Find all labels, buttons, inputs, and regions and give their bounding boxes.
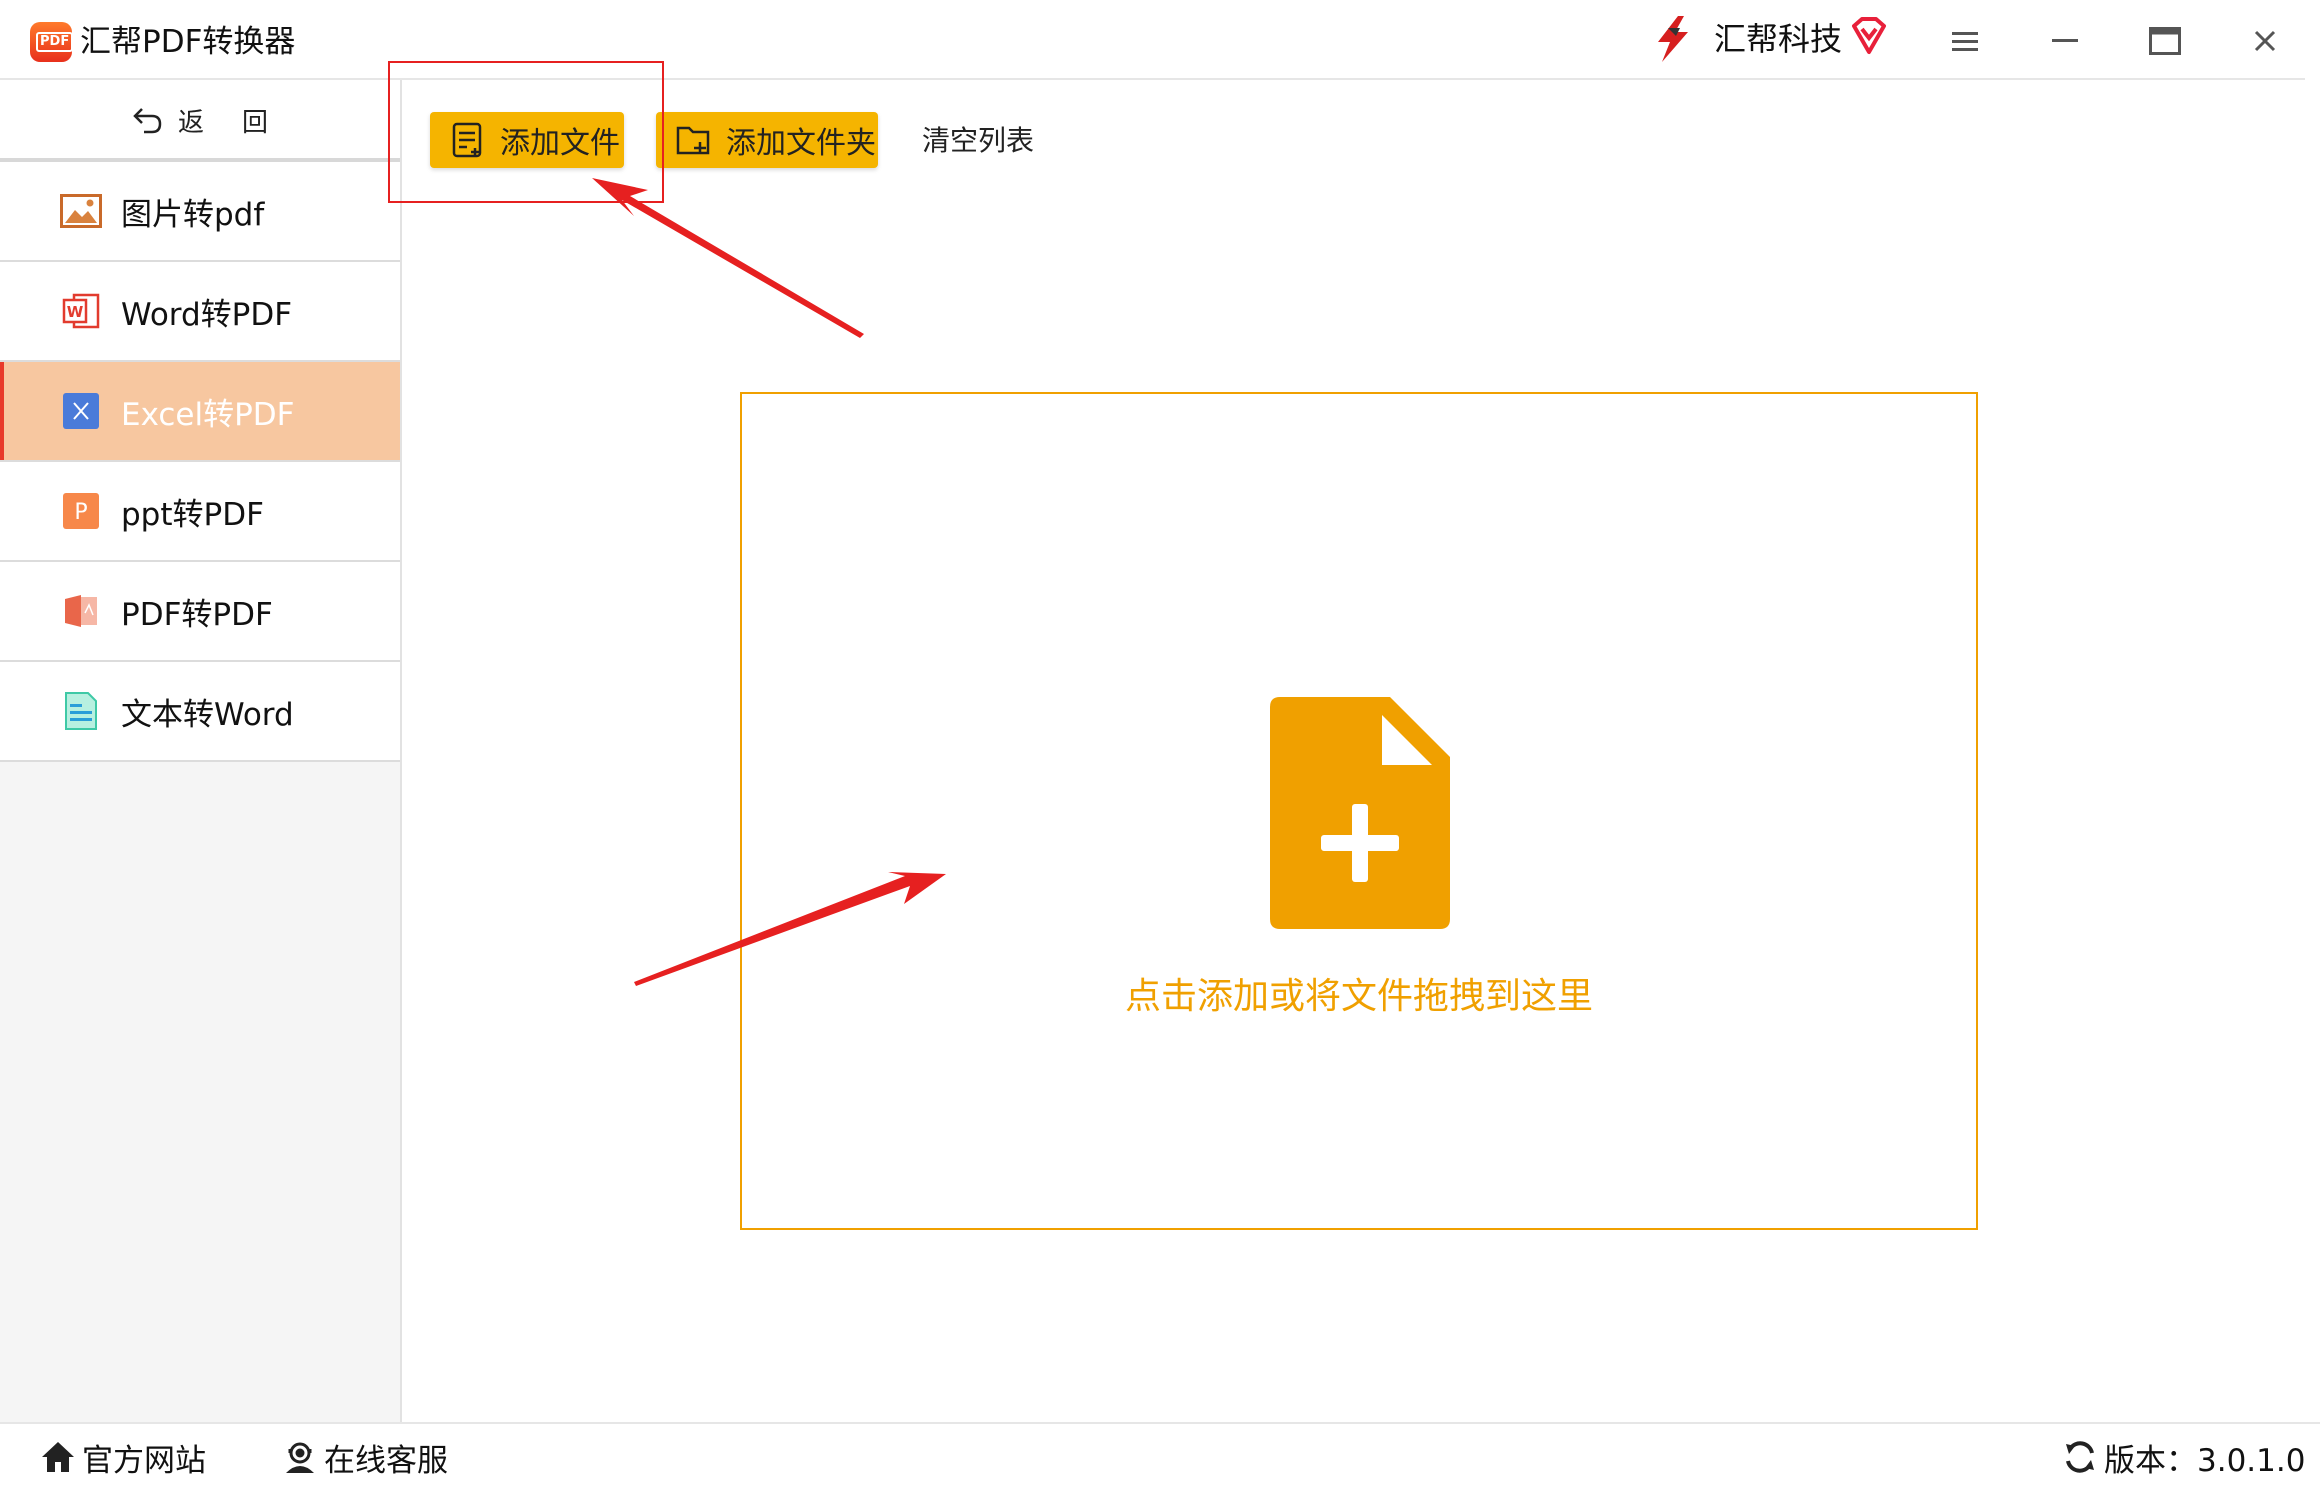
svg-text:W: W — [67, 303, 84, 321]
menu-icon — [1952, 32, 1978, 51]
add-folder-label: 添加文件夹 — [726, 126, 876, 161]
sidebar-item-excel-to-pdf[interactable]: Excel转PDF — [0, 362, 400, 462]
version-label: 版本：3.0.1.0 — [2104, 1442, 2306, 1479]
close-button[interactable] — [2242, 18, 2288, 64]
online-support-label: 在线客服 — [324, 1442, 448, 1479]
brand-name: 汇帮科技 — [1714, 20, 1843, 58]
add-folder-button[interactable]: 添加文件夹 — [656, 112, 878, 168]
close-icon — [2254, 30, 2276, 52]
word-icon: W — [60, 290, 102, 332]
support-agent-icon — [286, 1442, 314, 1473]
sidebar-item-ppt-to-pdf[interactable]: P ppt转PDF — [0, 462, 400, 562]
image-icon — [60, 190, 102, 232]
vip-diamond-icon[interactable] — [1850, 16, 1888, 56]
clear-list-button[interactable]: 清空列表 — [922, 118, 1034, 164]
back-button[interactable]: 返 回 — [0, 80, 400, 160]
back-label-2: 回 — [242, 107, 269, 138]
maximize-icon — [2149, 27, 2181, 55]
sidebar-item-label: PDF转PDF — [121, 596, 273, 633]
maximize-button[interactable] — [2142, 18, 2188, 64]
text-icon — [60, 690, 102, 732]
back-label-1: 返 — [177, 107, 204, 138]
pdf-icon — [60, 590, 102, 632]
file-add-icon[interactable] — [1270, 697, 1450, 929]
refresh-icon — [2066, 1441, 2094, 1473]
app-logo-text: PDF — [36, 32, 74, 52]
excel-icon — [60, 390, 102, 432]
sidebar-item-label: 文本转Word — [121, 696, 294, 733]
sidebar-item-image-to-pdf[interactable]: 图片转pdf — [0, 162, 400, 262]
ppt-icon: P — [60, 490, 102, 532]
sidebar-item-label: Word转PDF — [121, 296, 293, 333]
version-info[interactable]: 版本：3.0.1.0 — [2062, 1434, 2305, 1480]
sidebar-item-pdf-to-pdf[interactable]: PDF转PDF — [0, 562, 400, 662]
official-website-link[interactable]: 官方网站 — [40, 1434, 206, 1480]
sidebar-item-label: 图片转pdf — [121, 196, 265, 233]
sidebar-item-label: ppt转PDF — [121, 496, 264, 533]
minimize-button[interactable] — [2042, 18, 2088, 64]
back-arrow-icon — [133, 108, 162, 134]
home-icon — [42, 1442, 74, 1472]
highlight-box — [388, 61, 664, 203]
svg-text:P: P — [74, 500, 87, 525]
online-support-link[interactable]: 在线客服 — [282, 1434, 448, 1480]
sidebar-item-text-to-word[interactable]: 文本转Word — [0, 662, 400, 762]
official-website-label: 官方网站 — [82, 1442, 206, 1479]
minimize-icon — [2052, 39, 2078, 42]
app-title: 汇帮PDF转换器 — [80, 24, 296, 60]
menu-button[interactable] — [1942, 18, 1988, 64]
sidebar-item-label: Excel转PDF — [121, 396, 295, 433]
app-logo-icon: PDF — [30, 22, 74, 62]
add-folder-icon — [676, 126, 710, 155]
brand-logo-icon — [1658, 16, 1688, 62]
drop-zone-hint: 点击添加或将文件拖拽到这里 — [1124, 976, 1593, 1017]
sidebar-item-word-to-pdf[interactable]: W Word转PDF — [0, 262, 400, 362]
